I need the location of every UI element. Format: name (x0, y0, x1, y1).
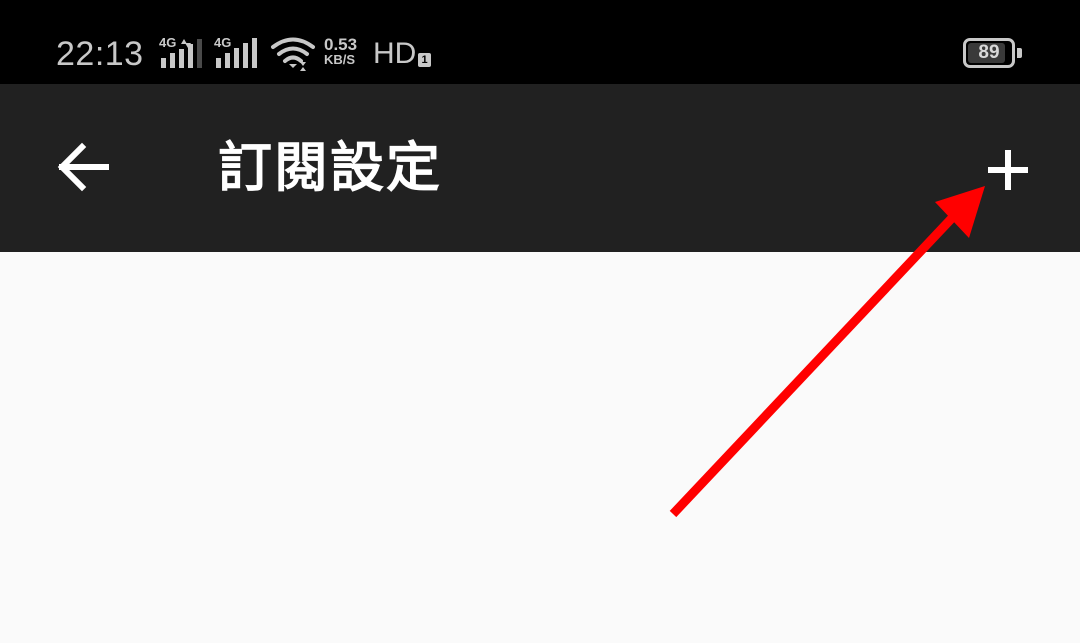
hd-voice-label: HD (373, 37, 417, 70)
plus-icon (988, 150, 1028, 190)
battery-level: 89 (978, 42, 1000, 63)
content-area (0, 252, 1080, 643)
network-speed: 0.53 KB/S (324, 35, 358, 67)
battery-icon: 89 (963, 38, 1015, 68)
add-button[interactable] (968, 130, 1048, 210)
signal-4g-icon: 4G (214, 36, 260, 72)
signal-4g-icon: 4G (159, 36, 205, 72)
clock: 22:13 (56, 35, 144, 73)
status-bar: 22:13 4G 4G 0.53 KB/S HD 1 89 (0, 0, 1080, 84)
page-title: 訂閱設定 (218, 136, 442, 199)
battery-tip (1017, 48, 1022, 58)
network-speed-unit: KB/S (324, 52, 356, 67)
network-speed-value: 0.53 (324, 35, 358, 54)
app-toolbar: 訂閱設定 (0, 84, 1080, 252)
wifi-icon (271, 37, 315, 71)
back-button[interactable] (44, 127, 124, 207)
arrow-left-icon (57, 142, 109, 192)
hd-voice-sub-label: 1 (418, 53, 431, 67)
